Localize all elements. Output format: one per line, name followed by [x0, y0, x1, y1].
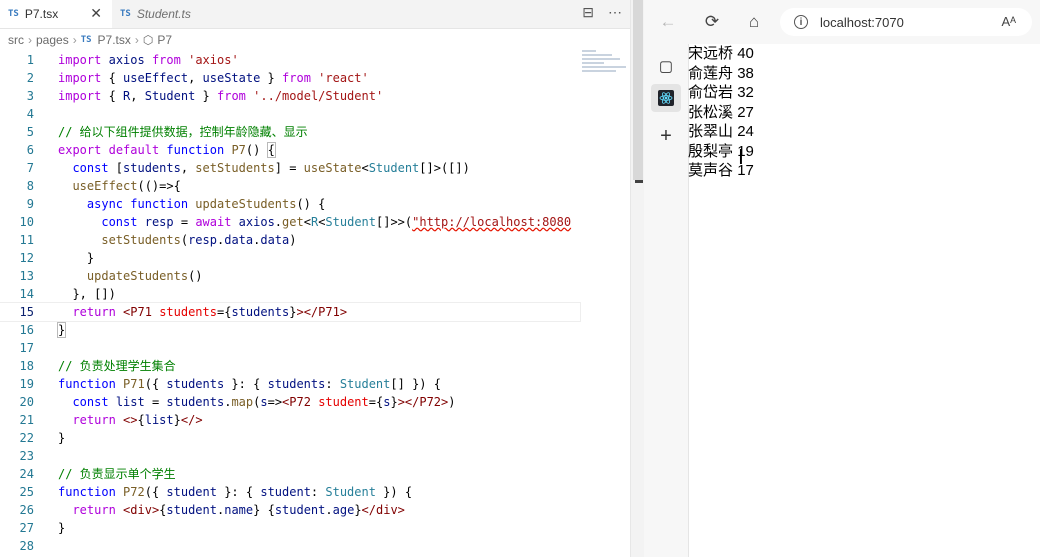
breadcrumb-symbol[interactable]: P7: [157, 33, 172, 47]
code-line: 13 updateStudents(): [19, 269, 203, 283]
tab-label: Student.ts: [136, 7, 191, 21]
tab-student-ts[interactable]: TS Student.ts: [112, 0, 232, 28]
info-icon[interactable]: i: [794, 15, 808, 29]
text-cursor-icon: I: [738, 145, 744, 169]
code-line: 3 import { R, Student } from '../model/St…: [26, 89, 384, 103]
typescript-file-icon: TS: [80, 35, 92, 45]
reload-icon[interactable]: ⟳: [700, 10, 724, 34]
editor-scrollbar[interactable]: [630, 0, 645, 557]
student-name: 宋远桥: [688, 45, 734, 62]
code-line: 23: [19, 449, 34, 463]
code-line: 28: [19, 539, 34, 553]
code-editor[interactable]: TS P7.tsx ✕ TS Student.ts ⊟ ⋯ src › page…: [0, 0, 630, 557]
breadcrumb: src › pages › TS P7.tsx › ⬡ P7: [8, 33, 172, 47]
code-line: 2 import { useEffect, useState } from 're…: [26, 71, 369, 85]
home-icon[interactable]: ⌂: [742, 10, 766, 34]
editor-actions: ⊟ ⋯: [582, 4, 622, 21]
close-icon[interactable]: ✕: [90, 5, 102, 22]
code-line: 7 const [students, setStudents] = useSta…: [26, 161, 470, 175]
code-line: 14 }, []): [19, 287, 116, 301]
minimap[interactable]: [582, 48, 630, 88]
code-line: 8 useEffect(()=>{: [26, 179, 181, 193]
code-line: 27}: [19, 521, 66, 535]
code-line: 19 function P71({ students }: { students:…: [19, 377, 441, 391]
student-row: 俞岱岩 32: [688, 83, 1040, 103]
code-line: 25 function P72({ student }: { student: S…: [19, 485, 413, 499]
code-line: 1 import axios from 'axios': [26, 53, 239, 67]
typescript-file-icon: TS: [120, 9, 131, 19]
student-name: 殷梨亭: [688, 142, 734, 160]
code-line-current: 15 return <P71 students={students}></P71…: [0, 302, 581, 322]
student-age: 32: [737, 84, 754, 101]
split-editor-icon[interactable]: ⊟: [582, 4, 594, 21]
student-row: 张松溪 27: [688, 103, 1040, 123]
back-arrow-icon[interactable]: ←: [656, 10, 680, 34]
react-icon: [658, 90, 674, 106]
breadcrumb-src[interactable]: src: [8, 33, 24, 47]
scrollbar-marker: [635, 180, 643, 183]
chevron-right-icon: ›: [134, 33, 139, 47]
url-text: localhost:7070: [820, 14, 904, 30]
code-line: 26 return <div>{student.name} {student.a…: [19, 503, 405, 517]
symbol-method-icon: ⬡: [142, 33, 154, 47]
code-line: 24// 负责显示单个学生: [19, 467, 176, 481]
student-age: 38: [737, 64, 754, 82]
code-line: 12 }: [19, 251, 95, 265]
student-name: 张松溪: [688, 103, 734, 121]
student-row: 俞莲舟 38: [688, 64, 1040, 84]
code-line: 5// 给以下组件提供数据，控制年龄隐藏、显示: [26, 125, 308, 139]
student-name: 俞莲舟: [688, 64, 734, 82]
new-tab-plus-icon[interactable]: +: [651, 122, 681, 150]
tab-p7-tsx[interactable]: TS P7.tsx ✕: [0, 0, 112, 28]
code-line: 18// 负责处理学生集合: [19, 359, 176, 373]
code-area[interactable]: 1 import axios from 'axios' 2 import { use…: [0, 51, 581, 555]
breadcrumb-file[interactable]: P7.tsx: [98, 33, 131, 47]
read-aloud-icon[interactable]: Aᴬ: [1001, 14, 1016, 29]
student-age: 27: [737, 103, 754, 121]
code-line: 16}: [19, 322, 67, 338]
code-line: 6 export default function P7() {: [26, 142, 276, 158]
student-row: 张翠山 24: [688, 122, 1040, 142]
more-actions-icon[interactable]: ⋯: [608, 4, 622, 21]
code-line: 4: [26, 107, 34, 121]
address-bar[interactable]: i localhost:7070 Aᴬ: [780, 8, 1032, 36]
page-content: 宋远桥 40 俞莲舟 38 俞岱岩 32 张松溪 27 张翠山 24 殷梨亭 19 莫声谷 …: [688, 44, 1040, 557]
student-age: 24: [737, 123, 754, 140]
code-line: 21 return <>{list}</>: [19, 413, 203, 427]
browser-side-rail: ▢ +: [644, 44, 689, 557]
student-name: 张翠山: [688, 123, 734, 140]
tab-label: P7.tsx: [24, 7, 59, 21]
chevron-right-icon: ›: [28, 33, 32, 47]
code-line: 17: [19, 341, 34, 355]
code-line: 9 async function updateStudents() {: [26, 197, 326, 211]
student-name: 莫声谷: [688, 162, 734, 179]
editor-tab-bar: TS P7.tsx ✕ TS Student.ts ⊟ ⋯: [0, 0, 630, 29]
student-name: 俞岱岩: [688, 84, 734, 101]
code-line: 22}: [19, 431, 66, 445]
typescript-file-icon: TS: [8, 9, 19, 19]
code-line: 10 const resp = await axios.get<R<Studen…: [19, 215, 572, 229]
chevron-right-icon: ›: [72, 33, 77, 47]
tab-actions-icon[interactable]: ▢: [651, 52, 681, 80]
student-row: 宋远桥 40: [688, 44, 1040, 64]
code-line: 20 const list = students.map(s=><P72 stu…: [19, 395, 456, 409]
student-age: 40: [737, 45, 754, 62]
browser-window: ← ⟳ ⌂ i localhost:7070 Aᴬ ▢ + 宋远桥 40 俞莲舟 …: [644, 0, 1040, 557]
code-line: 11 setStudents(resp.data.data): [19, 233, 297, 247]
scrollbar-thumb[interactable]: [633, 0, 643, 180]
browser-toolbar: ← ⟳ ⌂ i localhost:7070 Aᴬ: [644, 0, 1040, 44]
tab-react-app[interactable]: [651, 84, 681, 112]
breadcrumb-pages[interactable]: pages: [36, 33, 69, 47]
